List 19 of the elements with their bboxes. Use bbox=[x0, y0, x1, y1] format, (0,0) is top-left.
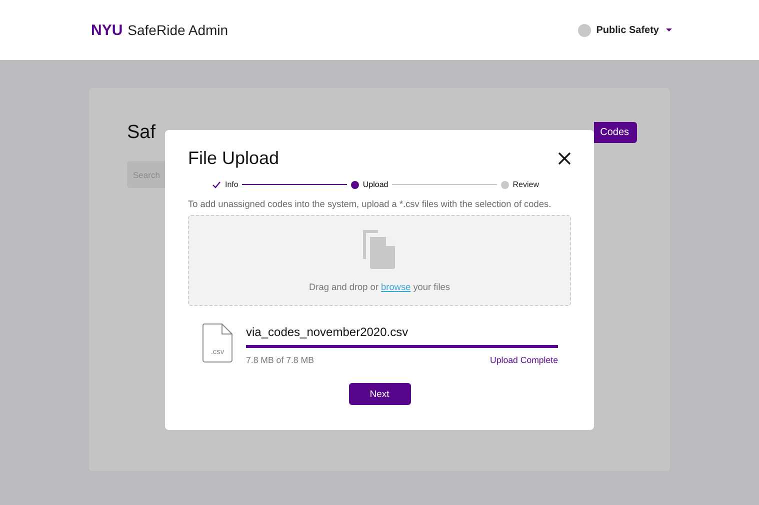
step-label: Upload bbox=[362, 180, 388, 189]
drop-zone[interactable]: Drag and drop or browse your files bbox=[188, 215, 571, 306]
file-size: 7.8 MB of 7.8 MB bbox=[246, 355, 314, 365]
upload-status: Upload Complete bbox=[490, 355, 558, 365]
page-title: Saf bbox=[127, 122, 156, 144]
app-name: SafeRide Admin bbox=[128, 22, 228, 38]
files-icon bbox=[362, 229, 397, 270]
next-button[interactable]: Next bbox=[348, 383, 410, 405]
close-icon[interactable] bbox=[558, 152, 571, 165]
upload-codes-button[interactable]: Codes bbox=[594, 122, 637, 143]
step-label: Info bbox=[225, 180, 238, 189]
drop-instructions: Drag and drop or browse your files bbox=[309, 282, 450, 292]
instructions-text: To add unassigned codes into the system, upload a *.csv files with the selection of codes. bbox=[188, 199, 552, 209]
caret-icon[interactable] bbox=[664, 27, 674, 33]
brand-logo: NYU bbox=[91, 22, 123, 38]
user-menu[interactable]: Public Safety bbox=[596, 24, 659, 36]
file-name: via_codes_november2020.csv bbox=[246, 325, 410, 339]
dialog-title: File Upload bbox=[188, 148, 280, 169]
step-label: Review bbox=[512, 180, 539, 189]
